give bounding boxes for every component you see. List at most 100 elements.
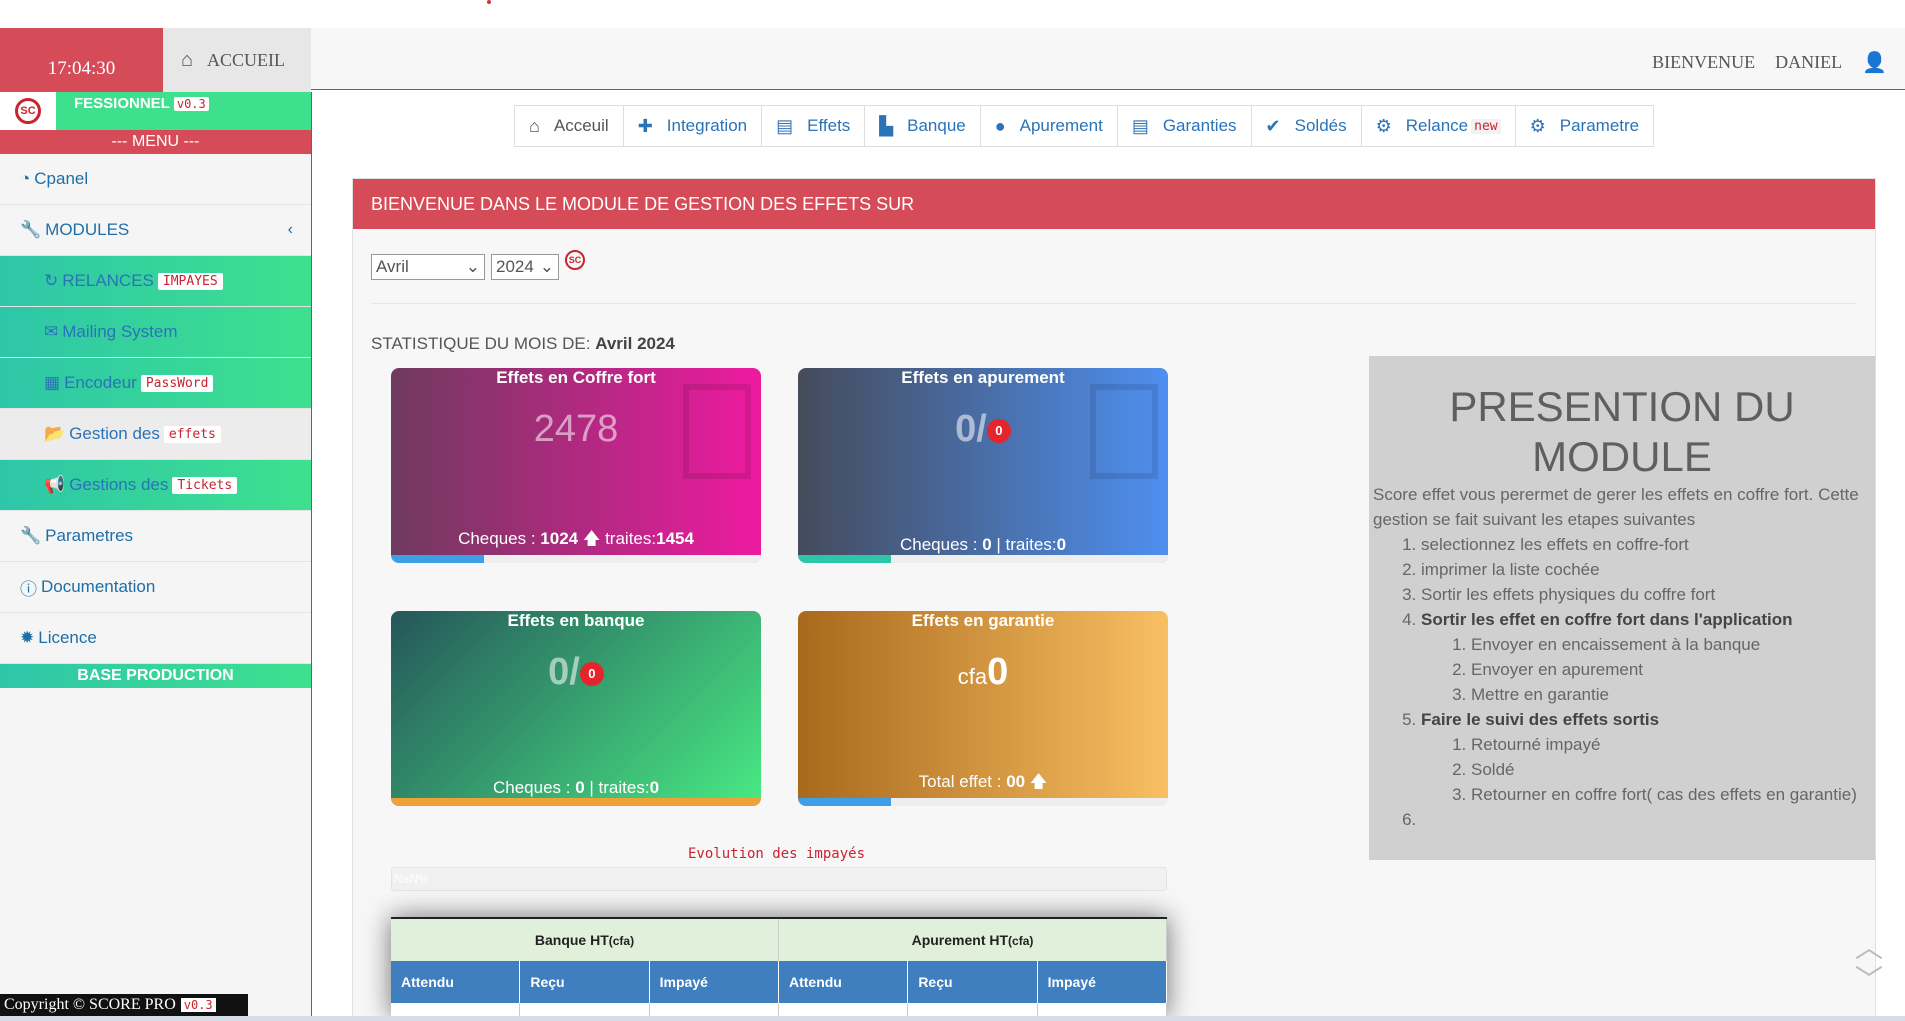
- base-production: BASE PRODUCTION: [0, 664, 311, 688]
- sidebar-item-licence[interactable]: ✹ Licence: [0, 613, 311, 664]
- sidebar-item-gestion-effets[interactable]: 📂 Gestion des effets: [0, 409, 311, 460]
- info-icon: ⓘ: [20, 579, 37, 599]
- home-icon: ⌂: [529, 115, 540, 136]
- logo-icon[interactable]: SC: [565, 250, 585, 270]
- bullhorn-icon: 📢: [44, 475, 66, 494]
- gestion-effets-tag: effets: [163, 425, 221, 443]
- sidebar-item-gestion-tickets[interactable]: 📢 Gestions des Tickets: [0, 460, 311, 511]
- card-coffre-fort[interactable]: Effets en Coffre fort 2478 Cheques : 102…: [391, 368, 761, 563]
- chevron-up-icon[interactable]: ︿: [1855, 932, 1883, 964]
- home-label: ACCUEIL: [207, 49, 286, 70]
- envelope-icon: ✉: [44, 322, 59, 341]
- stat-period: Avril 2024: [595, 334, 675, 353]
- sidebar-item-documentation[interactable]: ⓘ Documentation: [0, 562, 311, 613]
- welcome-area: BIENVENUE DANIEL 👤: [1652, 50, 1887, 75]
- arrow-up-icon: 🡅: [582, 529, 601, 548]
- card-footer: Cheques : 1024 🡅 traites:1454: [458, 529, 694, 548]
- plus-icon: ✚: [637, 115, 653, 136]
- brand: SC FESSIONNEL v0.3: [0, 92, 311, 130]
- chevron-down-icon[interactable]: ﹀: [1855, 964, 1883, 996]
- tab-effets[interactable]: ▤ Effets: [762, 106, 866, 146]
- gear-icon: ⚙: [1529, 115, 1546, 136]
- sidebar-item-relances[interactable]: ↻ RELANCES IMPAYES: [0, 256, 311, 307]
- sidebar-item-mailing[interactable]: ✉ Mailing System: [0, 307, 311, 358]
- sidebar-item-modules[interactable]: 🔧 MODULES ‹: [0, 205, 311, 256]
- copyright-version: v0.3: [180, 998, 216, 1012]
- presentation-box: PRESENTION DU MODULE Score effet vous pe…: [1369, 356, 1875, 860]
- home-link[interactable]: ⌂ ACCUEIL: [163, 28, 311, 92]
- sidebar-item-encodeur[interactable]: ▦ Encodeur PassWord: [0, 358, 311, 409]
- card-progress: [798, 798, 1168, 806]
- card-progress: [391, 555, 761, 563]
- card-progress-fill: [798, 555, 891, 563]
- tab-apurement[interactable]: ● Apurement: [981, 106, 1118, 146]
- year-select[interactable]: 2024 ⌄: [491, 254, 559, 280]
- bank-icon: ▙: [879, 115, 894, 136]
- username[interactable]: DANIEL: [1775, 52, 1842, 73]
- tab-garanties[interactable]: ▤ Garanties: [1118, 106, 1252, 146]
- chevron-left-icon: ‹: [287, 221, 293, 238]
- tab-integration[interactable]: ✚ Integration: [624, 106, 763, 146]
- tab-banque[interactable]: ▙ Banque: [865, 106, 981, 146]
- gear-icon: ⚙: [1375, 115, 1392, 136]
- evolution-title: Evolution des impayés: [688, 846, 866, 862]
- piggy-icon: ●: [994, 115, 1006, 136]
- sidebar-item-parametres[interactable]: 🔧 Parametres: [0, 511, 311, 562]
- home-icon: ⌂: [181, 48, 194, 71]
- wrench-icon: 🔧: [20, 526, 42, 545]
- card-title: Effets en garantie: [911, 611, 1055, 630]
- card-footer: Total effet : 00 🡅: [918, 772, 1048, 791]
- main-panel: BIENVENUE DANS LE MODULE DE GESTION DES …: [352, 178, 1876, 1021]
- top-bar: BIENVENUE DANIEL 👤: [311, 28, 1905, 90]
- user-icon[interactable]: 👤: [1862, 50, 1887, 75]
- dashboard-icon: ◔: [20, 169, 31, 188]
- presentation-intro: Score effet vous perermet de gerer les e…: [1373, 485, 1859, 529]
- card-apurement[interactable]: Effets en apurement 0/0 Cheques : 0 | tr…: [798, 368, 1168, 563]
- sidebar-item-cpanel[interactable]: ◔ Cpanel: [0, 154, 311, 205]
- card-progress-fill: [798, 798, 891, 806]
- bottom-strip: [0, 1016, 1905, 1021]
- welcome-text: BIENVENUE: [1652, 52, 1756, 72]
- presentation-title: PRESENTION DU MODULE: [1449, 383, 1795, 480]
- card-bg-icon: [1090, 384, 1158, 479]
- month-select[interactable]: Avril ⌄: [371, 254, 485, 280]
- logo: SC: [0, 92, 56, 130]
- stat-title: STATISTIQUE DU MOIS DE: Avril 2024: [371, 334, 675, 353]
- presentation-steps: selectionnez les effets en coffre-fort i…: [1369, 532, 1875, 832]
- table-column-header: Attendu Reçu Impayé Attendu Reçu Impayé: [391, 961, 1167, 1003]
- card-garantie[interactable]: Effets en garantie cfa0 Total effet : 00…: [798, 611, 1168, 806]
- tab-parametre[interactable]: ⚙ Parametre: [1516, 106, 1654, 146]
- top-red-dot: [487, 0, 491, 4]
- summary-table: Banque HT(cfa) Apurement HT(cfa) Attendu…: [391, 917, 1167, 1017]
- brand-version: v0.3: [173, 97, 209, 111]
- certificate-icon: ✹: [20, 628, 35, 647]
- menu-title: --- MENU ---: [0, 130, 311, 154]
- card-bg-icon: [683, 384, 751, 479]
- wrench-icon: 🔧: [20, 220, 42, 239]
- card-title: Effets en banque: [507, 611, 645, 630]
- tab-soldes[interactable]: ✔ Soldés: [1252, 106, 1362, 146]
- chevron-down-icon: ⌄: [539, 257, 554, 276]
- copyright: Copyright © SCORE PRO v0.3: [0, 994, 248, 1016]
- card-footer: Cheques : 0 | traites:0: [899, 535, 1067, 554]
- tab-relance[interactable]: ⚙ Relance new: [1362, 106, 1516, 146]
- relances-tag: IMPAYES: [157, 272, 223, 290]
- clock-time: 17:04:30: [47, 58, 116, 79]
- tab-acceuil[interactable]: ⌂ Acceuil: [515, 106, 624, 146]
- new-tag: new: [1471, 118, 1501, 134]
- card-value: cfa0: [957, 651, 1009, 693]
- check-icon: ✔: [1265, 115, 1281, 136]
- folder-icon: 📂: [44, 424, 66, 443]
- chevron-down-icon: ⌄: [465, 257, 480, 276]
- divider: [371, 303, 1857, 304]
- period-selectors: Avril ⌄ 2024 ⌄ SC: [371, 250, 585, 280]
- count-badge: 0: [986, 418, 1011, 443]
- card-banque[interactable]: Effets en banque 0/0 Cheques : 0 | trait…: [391, 611, 761, 806]
- card-progress: [798, 555, 1168, 563]
- panel-title: BIENVENUE DANS LE MODULE DE GESTION DES …: [353, 179, 1875, 229]
- arrow-up-icon: 🡅: [1029, 772, 1048, 791]
- encodeur-tag: PassWord: [140, 374, 214, 392]
- gestion-tickets-tag: Tickets: [172, 476, 238, 494]
- scroll-arrows[interactable]: ︿ ﹀: [1855, 932, 1883, 996]
- refresh-icon: ↻: [44, 271, 59, 290]
